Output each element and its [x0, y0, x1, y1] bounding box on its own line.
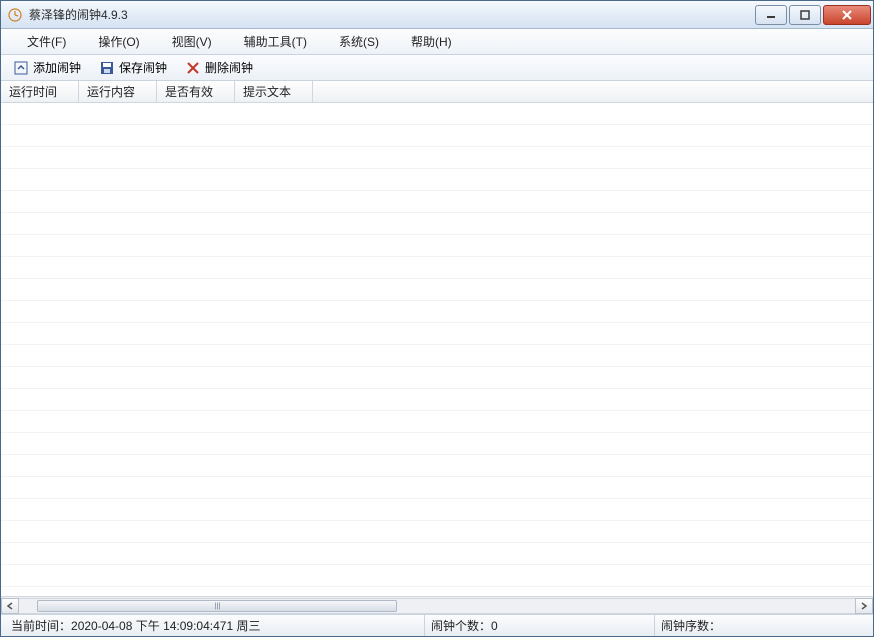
chevron-right-icon: [860, 602, 868, 610]
column-run-time[interactable]: 运行时间: [1, 81, 79, 102]
menu-view[interactable]: 视图(V): [156, 30, 228, 53]
content-area: 运行时间 运行内容 是否有效 提示文本: [1, 81, 873, 614]
status-seq-label: 闹钟序数：: [661, 617, 721, 634]
delete-alarm-button[interactable]: 删除闹钟: [179, 57, 259, 78]
menu-system[interactable]: 系统(S): [323, 30, 395, 53]
app-window: 蔡泽锋的闹钟4.9.3 文件(F) 操作(O) 视图(V) 辅助工具(T) 系统…: [0, 0, 874, 637]
save-alarm-button[interactable]: 保存闹钟: [93, 57, 173, 78]
table-row: [1, 125, 873, 147]
scroll-thumb[interactable]: [37, 600, 397, 612]
menubar: 文件(F) 操作(O) 视图(V) 辅助工具(T) 系统(S) 帮助(H): [1, 29, 873, 55]
save-icon: [99, 60, 115, 76]
window-title: 蔡泽锋的闹钟4.9.3: [29, 6, 755, 23]
menu-help[interactable]: 帮助(H): [395, 30, 468, 53]
add-alarm-label: 添加闹钟: [33, 59, 81, 76]
table-row: [1, 103, 873, 125]
titlebar[interactable]: 蔡泽锋的闹钟4.9.3: [1, 1, 873, 29]
status-time: 当前时间： 2020-04-08 下午 14:09:04:471 周三: [5, 615, 425, 636]
close-button[interactable]: [823, 5, 871, 25]
scroll-right-button[interactable]: [855, 598, 873, 614]
table-row: [1, 191, 873, 213]
scroll-left-button[interactable]: [1, 598, 19, 614]
app-icon: [7, 7, 23, 23]
scroll-track[interactable]: [19, 598, 855, 614]
window-controls: [755, 5, 871, 25]
table-row: [1, 411, 873, 433]
menu-operation[interactable]: 操作(O): [82, 30, 155, 53]
delete-alarm-label: 删除闹钟: [205, 59, 253, 76]
status-time-value: 2020-04-08 下午 14:09:04:471 周三: [71, 617, 260, 634]
table-row: [1, 433, 873, 455]
table-row: [1, 345, 873, 367]
minimize-button[interactable]: [755, 5, 787, 25]
maximize-icon: [800, 10, 810, 20]
status-count-value: 0: [491, 619, 498, 633]
column-valid[interactable]: 是否有效: [157, 81, 235, 102]
delete-icon: [185, 60, 201, 76]
table-row: [1, 169, 873, 191]
table-row: [1, 565, 873, 587]
table-row: [1, 367, 873, 389]
table-row: [1, 543, 873, 565]
table-row: [1, 323, 873, 345]
table-row: [1, 213, 873, 235]
table-row: [1, 521, 873, 543]
table-row: [1, 235, 873, 257]
table-row: [1, 301, 873, 323]
save-alarm-label: 保存闹钟: [119, 59, 167, 76]
table-row: [1, 455, 873, 477]
horizontal-scrollbar[interactable]: [1, 596, 873, 614]
status-count-label: 闹钟个数：: [431, 617, 491, 634]
chevron-left-icon: [6, 602, 14, 610]
column-headers: 运行时间 运行内容 是否有效 提示文本: [1, 81, 873, 103]
add-alarm-button[interactable]: 添加闹钟: [7, 57, 87, 78]
column-hint-text[interactable]: 提示文本: [235, 81, 313, 102]
toolbar: 添加闹钟 保存闹钟 删除闹钟: [1, 55, 873, 81]
table-row: [1, 147, 873, 169]
minimize-icon: [766, 10, 776, 20]
table-row: [1, 279, 873, 301]
grid-body[interactable]: [1, 103, 873, 596]
table-row: [1, 477, 873, 499]
maximize-button[interactable]: [789, 5, 821, 25]
statusbar: 当前时间： 2020-04-08 下午 14:09:04:471 周三 闹钟个数…: [1, 614, 873, 636]
close-icon: [841, 10, 853, 20]
menu-file[interactable]: 文件(F): [11, 30, 82, 53]
table-row: [1, 389, 873, 411]
table-row: [1, 499, 873, 521]
status-time-label: 当前时间：: [11, 617, 71, 634]
add-icon: [13, 60, 29, 76]
column-run-content[interactable]: 运行内容: [79, 81, 157, 102]
scroll-thumb-grip: [211, 602, 223, 609]
status-sequence: 闹钟序数：: [655, 615, 869, 636]
status-count: 闹钟个数： 0: [425, 615, 655, 636]
menu-tools[interactable]: 辅助工具(T): [228, 30, 323, 53]
table-row: [1, 257, 873, 279]
